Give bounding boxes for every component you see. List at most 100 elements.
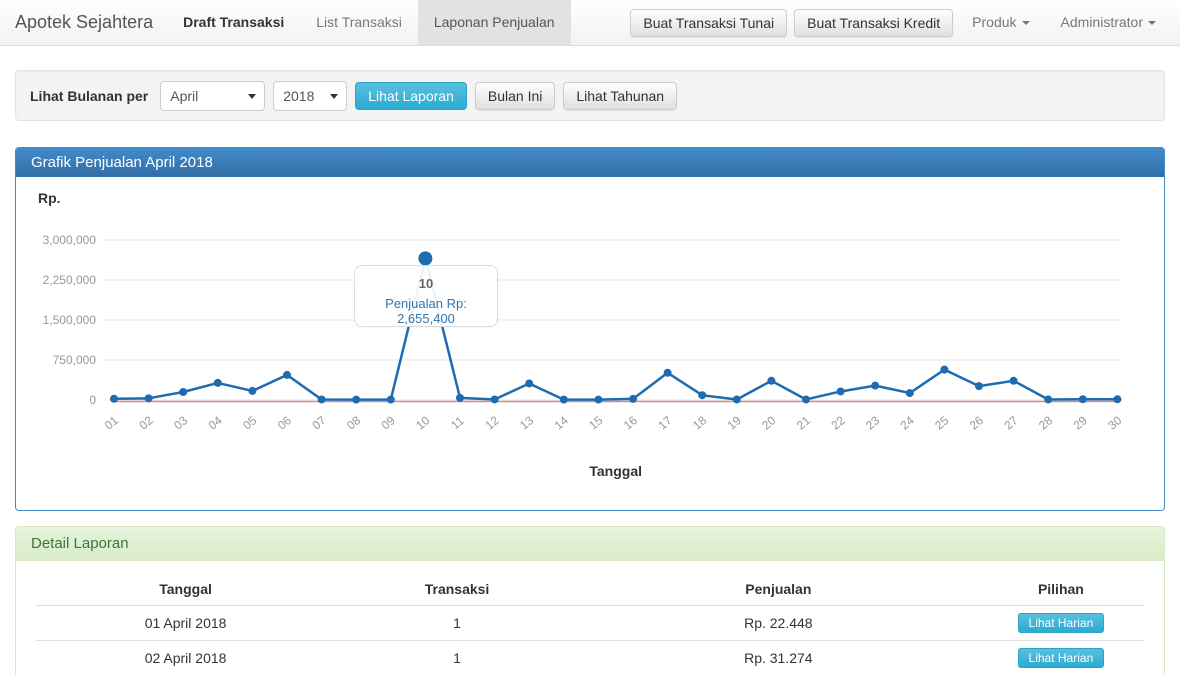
buat-transaksi-tunai-button[interactable]: Buat Transaksi Tunai bbox=[630, 9, 787, 37]
table-row: 01 April 2018 1 Rp. 22.448 Lihat Harian bbox=[36, 606, 1144, 641]
chart-point[interactable] bbox=[491, 395, 499, 403]
detail-panel-body: Tanggal Transaksi Penjualan Pilihan 01 A… bbox=[16, 561, 1164, 675]
chart-point[interactable] bbox=[837, 387, 845, 395]
svg-text:08: 08 bbox=[344, 413, 363, 433]
lihat-tahunan-button[interactable]: Lihat Tahunan bbox=[563, 82, 677, 110]
caret-down-icon bbox=[1148, 21, 1156, 25]
report-table: Tanggal Transaksi Penjualan Pilihan 01 A… bbox=[36, 575, 1144, 675]
svg-text:0: 0 bbox=[89, 393, 96, 407]
chart-point[interactable] bbox=[733, 395, 741, 403]
chart-point[interactable] bbox=[179, 388, 187, 396]
chart-point[interactable] bbox=[1113, 395, 1121, 403]
svg-text:1,500,000: 1,500,000 bbox=[43, 313, 97, 327]
svg-text:07: 07 bbox=[309, 413, 328, 433]
nav-item-draft-transaksi[interactable]: Draft Transaksi bbox=[167, 0, 300, 45]
svg-text:15: 15 bbox=[586, 413, 605, 433]
nav-item-list-transaksi[interactable]: List Transaksi bbox=[300, 0, 418, 45]
table-row: 02 April 2018 1 Rp. 31.274 Lihat Harian bbox=[36, 641, 1144, 675]
chart-point[interactable] bbox=[698, 391, 706, 399]
buat-transaksi-kredit-button[interactable]: Buat Transaksi Kredit bbox=[794, 9, 953, 37]
chart-point[interactable] bbox=[906, 389, 914, 397]
chart-point[interactable] bbox=[387, 396, 395, 404]
chart-point[interactable] bbox=[248, 387, 256, 395]
administrator-dropdown[interactable]: Administrator bbox=[1049, 0, 1168, 45]
year-select[interactable]: 2018 bbox=[273, 81, 347, 111]
chart-point[interactable] bbox=[871, 382, 879, 390]
svg-text:26: 26 bbox=[967, 413, 986, 433]
cell-penjualan: Rp. 31.274 bbox=[579, 641, 978, 675]
filter-bar: Lihat Bulanan per April 2018 Lihat Lapor… bbox=[15, 70, 1165, 121]
lihat-harian-button[interactable]: Lihat Harian bbox=[1018, 613, 1105, 633]
chart-point[interactable] bbox=[352, 396, 360, 404]
chart-point[interactable] bbox=[1044, 395, 1052, 403]
cell-pilihan: Lihat Harian bbox=[978, 606, 1144, 641]
chart-body: Rp. 0750,0001,500,0002,250,0003,000,0000… bbox=[16, 177, 1164, 510]
produk-dropdown-label: Produk bbox=[972, 14, 1016, 30]
svg-text:22: 22 bbox=[828, 413, 847, 433]
chart-point[interactable] bbox=[283, 371, 291, 379]
svg-text:29: 29 bbox=[1071, 413, 1090, 433]
detail-panel-title: Detail Laporan bbox=[16, 527, 1164, 561]
chart-point[interactable] bbox=[767, 377, 775, 385]
cell-penjualan: Rp. 22.448 bbox=[579, 606, 978, 641]
svg-text:04: 04 bbox=[206, 413, 225, 433]
lihat-laporan-button[interactable]: Lihat Laporan bbox=[355, 82, 467, 110]
chart-point[interactable] bbox=[975, 382, 983, 390]
month-select[interactable]: April bbox=[160, 81, 265, 111]
cell-pilihan: Lihat Harian bbox=[978, 641, 1144, 675]
detail-panel: Detail Laporan Tanggal Transaksi Penjual… bbox=[15, 526, 1165, 675]
svg-text:23: 23 bbox=[863, 413, 882, 433]
svg-text:25: 25 bbox=[932, 413, 951, 433]
svg-text:16: 16 bbox=[621, 413, 640, 433]
column-header-tanggal: Tanggal bbox=[36, 575, 335, 606]
brand-link[interactable]: Apotek Sejahtera bbox=[15, 0, 153, 45]
svg-text:14: 14 bbox=[552, 413, 571, 433]
chart-point[interactable] bbox=[1010, 377, 1018, 385]
navbar: Apotek Sejahtera Draft Transaksi List Tr… bbox=[0, 0, 1180, 46]
chart-point[interactable] bbox=[456, 394, 464, 402]
column-header-transaksi: Transaksi bbox=[335, 575, 579, 606]
chart-point[interactable] bbox=[145, 394, 153, 402]
chart-point[interactable] bbox=[318, 395, 326, 403]
produk-dropdown[interactable]: Produk bbox=[960, 0, 1041, 45]
cell-transaksi: 1 bbox=[335, 641, 579, 675]
svg-text:21: 21 bbox=[794, 413, 813, 433]
svg-text:13: 13 bbox=[517, 413, 536, 433]
svg-text:2,250,000: 2,250,000 bbox=[43, 273, 97, 287]
chart-point[interactable] bbox=[110, 395, 118, 403]
chart-point[interactable] bbox=[940, 366, 948, 374]
svg-text:30: 30 bbox=[1105, 413, 1124, 433]
year-select-wrap: 2018 bbox=[273, 81, 347, 111]
cell-transaksi: 1 bbox=[335, 606, 579, 641]
chart-point[interactable] bbox=[214, 379, 222, 387]
chart-point[interactable] bbox=[418, 251, 432, 265]
svg-text:18: 18 bbox=[690, 413, 709, 433]
column-header-pilihan: Pilihan bbox=[978, 575, 1144, 606]
caret-down-icon bbox=[1022, 21, 1030, 25]
lihat-harian-button[interactable]: Lihat Harian bbox=[1018, 648, 1105, 668]
svg-text:09: 09 bbox=[379, 413, 398, 433]
chart-point[interactable] bbox=[560, 396, 568, 404]
filter-label: Lihat Bulanan per bbox=[30, 88, 148, 104]
chart-panel-title: Grafik Penjualan April 2018 bbox=[16, 148, 1164, 177]
sales-chart-panel: Grafik Penjualan April 2018 Rp. 0750,000… bbox=[15, 147, 1165, 511]
svg-text:10: 10 bbox=[413, 413, 432, 433]
chart-point[interactable] bbox=[525, 379, 533, 387]
chart-point[interactable] bbox=[1079, 395, 1087, 403]
nav-item-laporan-penjualan[interactable]: Laponan Penjualan bbox=[418, 0, 571, 45]
svg-text:06: 06 bbox=[275, 413, 294, 433]
svg-text:20: 20 bbox=[759, 413, 778, 433]
svg-text:27: 27 bbox=[1001, 413, 1020, 433]
svg-text:01: 01 bbox=[102, 413, 121, 433]
svg-text:11: 11 bbox=[448, 413, 467, 432]
bulan-ini-button[interactable]: Bulan Ini bbox=[475, 82, 555, 110]
chart-point[interactable] bbox=[802, 395, 810, 403]
sales-chart-svg[interactable]: 0750,0001,500,0002,250,0003,000,00001020… bbox=[16, 177, 1162, 510]
chart-point[interactable] bbox=[594, 396, 602, 404]
chart-point[interactable] bbox=[629, 395, 637, 403]
svg-text:12: 12 bbox=[482, 413, 501, 433]
chart-tooltip: 10 Penjualan Rp: 2,655,400 bbox=[354, 265, 498, 327]
svg-text:750,000: 750,000 bbox=[53, 353, 97, 367]
tooltip-value-label: Penjualan Rp: 2,655,400 bbox=[355, 296, 497, 326]
chart-point[interactable] bbox=[664, 369, 672, 377]
